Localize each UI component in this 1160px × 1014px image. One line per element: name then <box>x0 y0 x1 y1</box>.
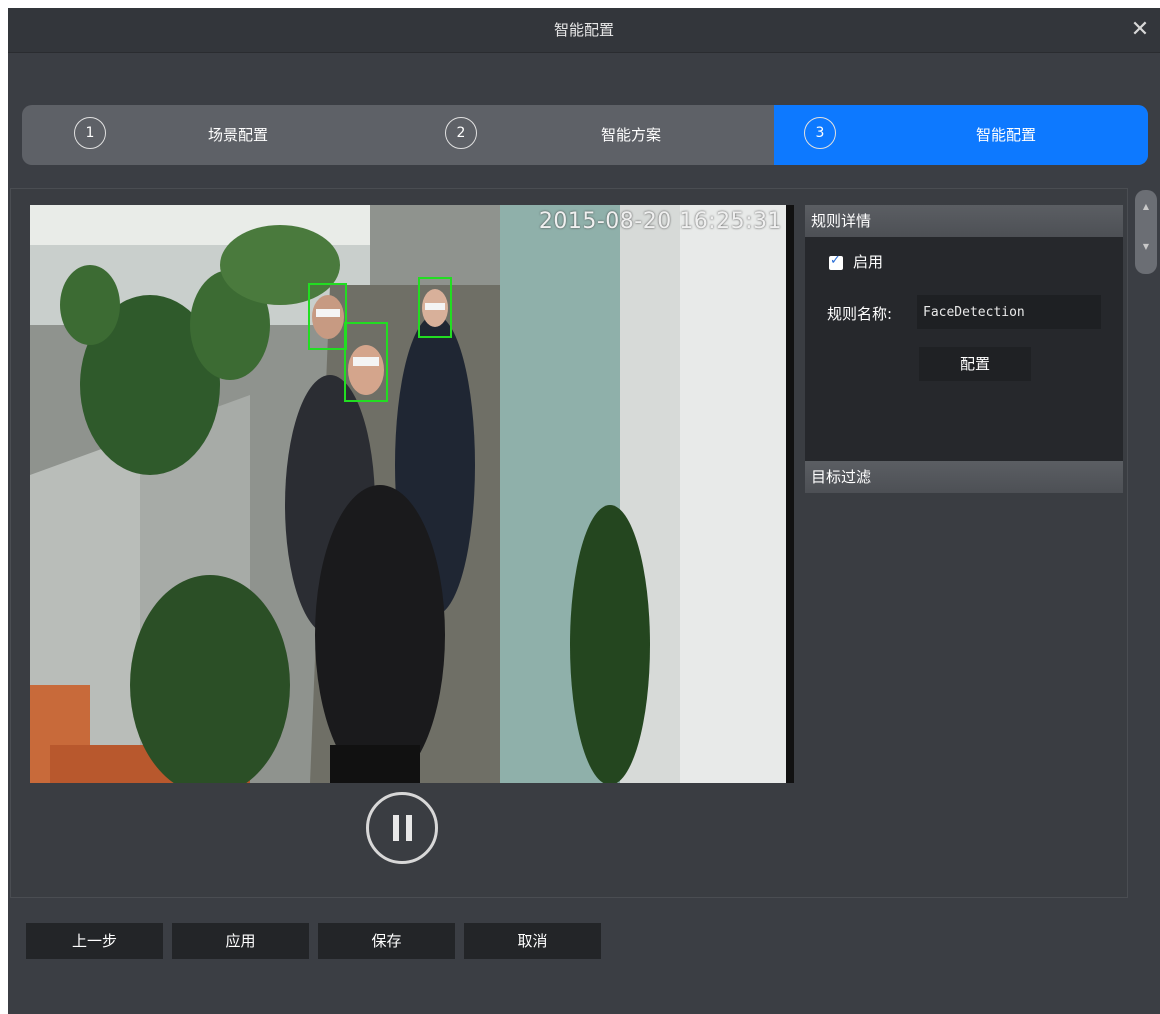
step-number: 2 <box>445 117 477 149</box>
rule-panel: 规则详情 ✓ 启用 规则名称: 配置 目标过滤 <box>805 205 1123 505</box>
title-bar: 智能配置 ✕ <box>8 8 1160 53</box>
enable-checkbox[interactable]: ✓ <box>829 253 843 270</box>
rule-name-label: 规则名称: <box>827 305 893 323</box>
step-label: 智能方案 <box>601 126 662 144</box>
rule-details-header[interactable]: 规则详情 <box>805 205 1123 237</box>
rule-name-input[interactable] <box>917 295 1101 329</box>
step-scene-config[interactable]: 1 场景配置 <box>22 105 394 165</box>
step-number: 3 <box>804 117 836 149</box>
rule-details-body: ✓ 启用 规则名称: 配置 <box>805 237 1123 461</box>
save-button[interactable]: 保存 <box>318 923 455 959</box>
scroll-down-icon[interactable]: ▼ <box>1135 242 1157 251</box>
step-smart-plan[interactable]: 2 智能方案 <box>394 105 774 165</box>
step-number: 1 <box>74 117 106 149</box>
pause-icon <box>393 815 399 841</box>
pause-icon <box>406 815 412 841</box>
apply-button[interactable]: 应用 <box>172 923 309 959</box>
video-preview[interactable]: 2015-08-20 16:25:31 <box>30 205 794 783</box>
smart-config-dialog: 智能配置 ✕ 1 场景配置 2 智能方案 3 智能配置 ▲ ▼ 2015-08-… <box>8 8 1160 1014</box>
step-smart-config[interactable]: 3 智能配置 <box>774 105 1148 165</box>
close-icon[interactable]: ✕ <box>1126 16 1154 44</box>
pause-button[interactable] <box>366 792 438 864</box>
video-timestamp: 2015-08-20 16:25:31 <box>538 209 782 234</box>
dialog-title: 智能配置 <box>553 21 614 39</box>
scrollbar[interactable]: ▲ ▼ <box>1130 188 1160 898</box>
step-label: 场景配置 <box>208 126 269 144</box>
target-filter-header[interactable]: 目标过滤 <box>805 461 1123 493</box>
cancel-button[interactable]: 取消 <box>464 923 601 959</box>
config-button[interactable]: 配置 <box>919 347 1031 381</box>
enable-label: 启用 <box>853 253 884 271</box>
scroll-up-icon[interactable]: ▲ <box>1135 202 1157 211</box>
checkmark-icon: ✓ <box>830 253 841 268</box>
step-indicator: 1 场景配置 2 智能方案 3 智能配置 <box>22 105 1148 165</box>
scrollbar-thumb[interactable]: ▲ ▼ <box>1135 190 1157 274</box>
step-label: 智能配置 <box>976 126 1037 144</box>
prev-step-button[interactable]: 上一步 <box>26 923 163 959</box>
video-frame <box>30 205 794 783</box>
